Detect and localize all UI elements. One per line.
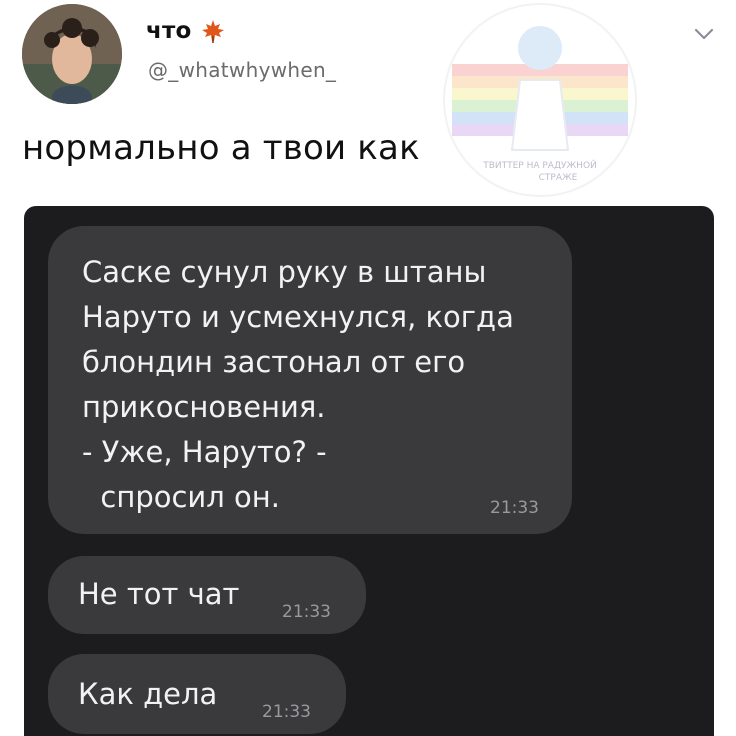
message-text: Не тот чат: [78, 577, 240, 611]
message-time: 21:33: [262, 702, 311, 722]
watermark-line2: СТРАЖЕ: [539, 173, 578, 183]
tweet-screenshot: ТВИТТЕР НА РАДУЖНОЙ СТРАЖЕ что @_whatwhy…: [0, 0, 736, 736]
message-time: 21:33: [490, 498, 539, 518]
chat-screenshot: Саске сунул руку в штаны Наруто и усмехн…: [24, 206, 714, 736]
display-name[interactable]: что: [146, 18, 192, 44]
watermark-line1: ТВИТТЕР НА РАДУЖНОЙ: [482, 159, 597, 171]
user-handle[interactable]: @_whatwhywhen_: [148, 58, 336, 82]
message-bubble[interactable]: Как дела 21:33: [48, 654, 346, 734]
message-text: Как дела: [78, 677, 218, 711]
message-time: 21:33: [282, 602, 331, 622]
tweet-text: нормально а твои как: [22, 128, 420, 168]
message-text: Саске сунул руку в штаны Наруто и усмехн…: [82, 255, 514, 514]
profile-photo: [22, 4, 122, 104]
display-name-row: что: [146, 18, 226, 44]
maple-leaf-icon: [201, 20, 224, 43]
chevron-down-icon[interactable]: [688, 18, 720, 50]
rainbow-watermark-logo: ТВИТТЕР НА РАДУЖНОЙ СТРАЖЕ: [443, 3, 637, 197]
avatar[interactable]: [22, 4, 122, 104]
message-bubble[interactable]: Саске сунул руку в штаны Наруто и усмехн…: [48, 226, 572, 534]
message-bubble[interactable]: Не тот чат 21:33: [48, 556, 366, 634]
